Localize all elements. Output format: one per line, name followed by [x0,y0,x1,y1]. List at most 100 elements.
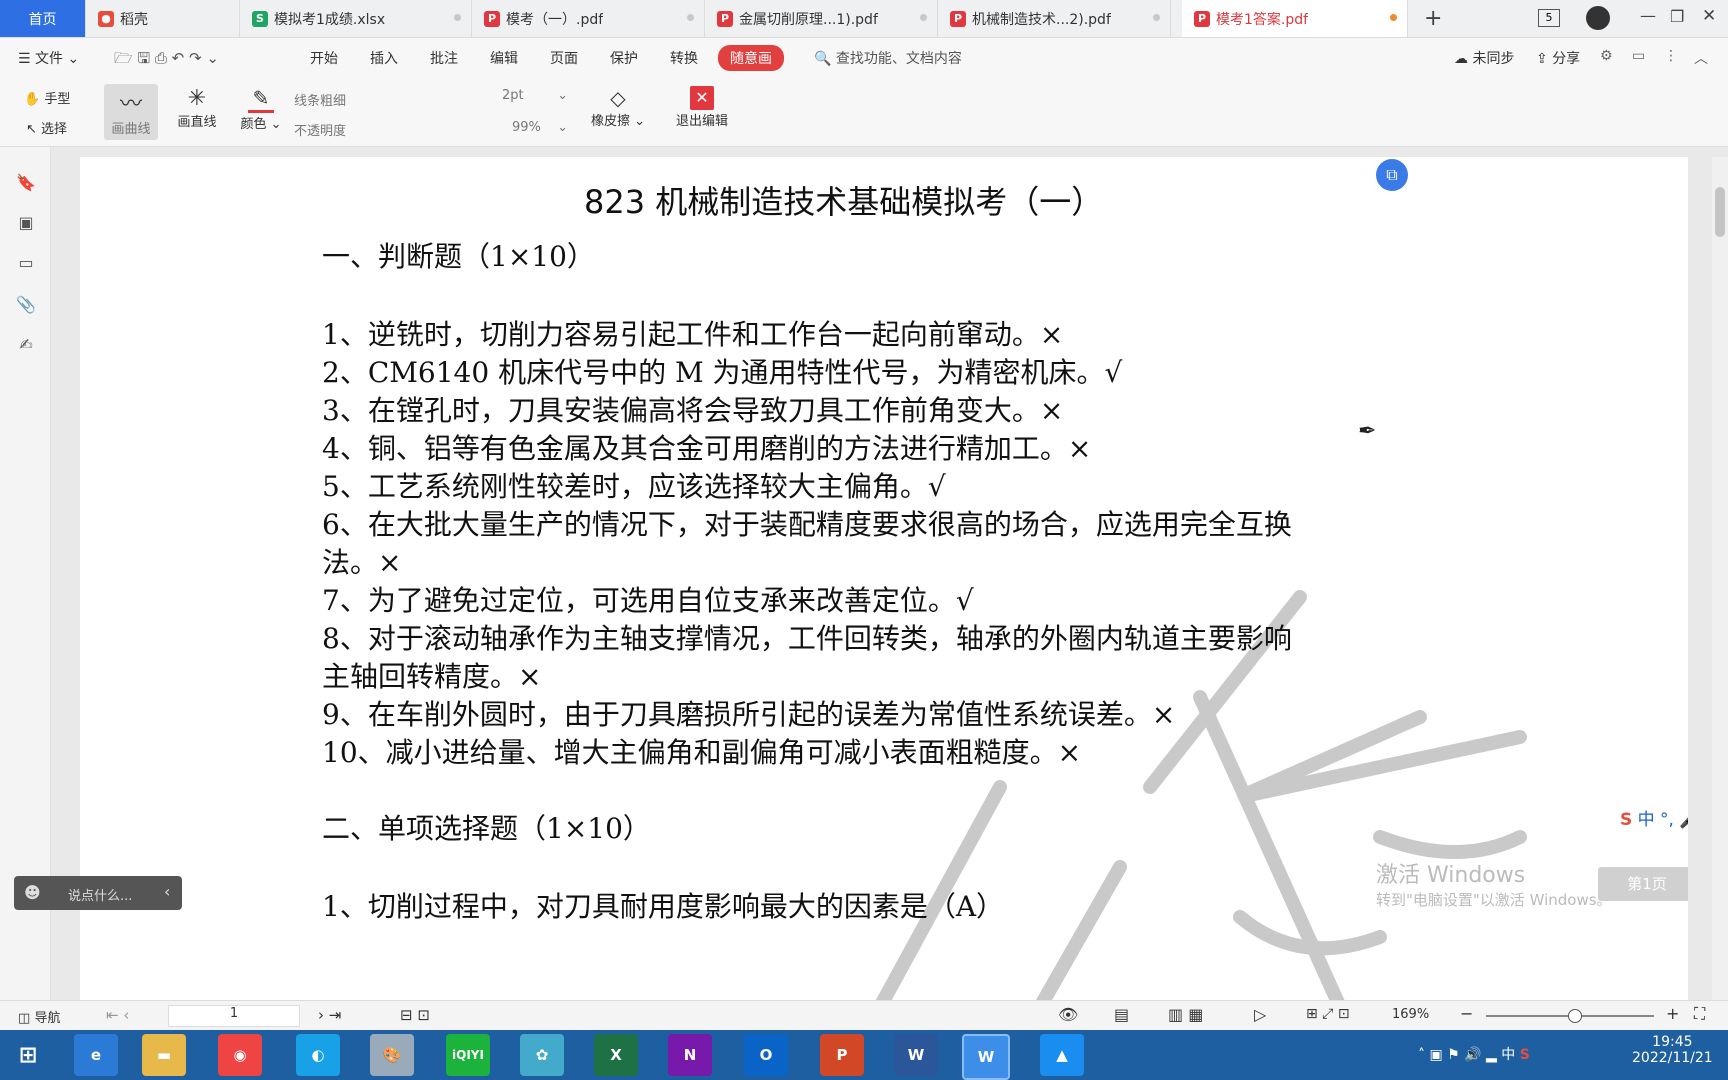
sync-label: 未同步 [1472,51,1515,67]
feedback-icon[interactable]: ▭ [1632,48,1645,64]
tab-pdf-active[interactable]: P 模考1答案.pdf [1182,0,1408,37]
question-item: 10、减小进给量、增大主偏角和副偏角可减小表面粗糙度。× [322,736,1082,769]
single-page-icon[interactable]: ▤ [1114,1005,1129,1024]
qq-browser-icon[interactable]: ◐ [296,1034,340,1076]
paint-icon[interactable]: 🎨 [370,1034,414,1076]
question-item: 3、在镗孔时，刀具安装偏高将会导致刀具工作前角变大。× [322,394,1064,427]
menu-convert[interactable]: 转换 [670,48,698,68]
chat-input[interactable]: ☻ 说点什么... ‹ [14,876,182,910]
fullscreen-icon[interactable]: ⛶ [1694,1004,1705,1024]
tab-close-dot[interactable] [687,14,694,21]
floating-tool-icon[interactable]: ⧉ [1376,159,1408,191]
settings-icon[interactable]: ⚙ [1600,48,1613,64]
status-bar: ◫ 导航 ⇤ ‹ 1 › ⇥ ⊟ ⊡ 👁 ▤ ▥ ▦ ▷ ⊞ ⤢ ⊡ 169% … [0,1000,1728,1031]
zoom-out-icon[interactable]: − [1460,1004,1473,1023]
more-icon[interactable]: ⋮ [1664,48,1678,64]
nav-toggle[interactable]: ◫ 导航 [18,1007,60,1026]
search-box[interactable]: 🔍 查找功能、文档内容 [814,48,962,68]
tab-close-dot[interactable] [920,14,927,21]
curve-tool[interactable]: 〰 画曲线 [104,84,158,140]
thumbnail-icon[interactable]: ▣ [16,213,36,233]
question-item: 主轴回转精度。× [322,660,542,693]
chrome-icon[interactable]: ◉ [218,1034,262,1076]
opacity-select[interactable]: 99% ⌄ [512,120,568,135]
page-number-input[interactable]: 1 [168,1005,300,1027]
tray-icons[interactable]: ˄ ▣ ⚑ 🔊 ▂ 中 S [1418,1044,1530,1064]
wps-icon[interactable]: W [962,1034,1010,1080]
ime-toolbar[interactable]: S 中 °, 🎤 ⌨ ▦ [1620,805,1688,830]
menu-edit[interactable]: 编辑 [490,48,518,68]
word-icon[interactable]: W [894,1034,938,1076]
share-button[interactable]: ⇪ 分享 [1536,48,1580,68]
quick-access-icons[interactable]: 🗁 🖫 ⎙ ↶ ↷ ⌄ [114,48,219,73]
menu-start[interactable]: 开始 [310,48,338,68]
double-page-icon[interactable]: ▥ ▦ [1168,1005,1203,1024]
scroll-thumb[interactable] [1715,187,1725,237]
menu-comment[interactable]: 批注 [430,48,458,68]
signature-icon[interactable]: ✍ [16,335,36,355]
ie-icon[interactable]: e [74,1034,118,1076]
explorer-icon[interactable]: ▬ [142,1034,186,1076]
zoom-in-icon[interactable]: + [1666,1004,1679,1023]
attachment-icon[interactable]: 📎 [16,295,36,315]
tab-count-badge[interactable]: 5 [1538,9,1560,27]
menu-page[interactable]: 页面 [550,48,578,68]
zoom-level[interactable]: 169% [1392,1007,1429,1022]
fit-icons[interactable]: ⊞ ⤢ ⊡ [1306,1006,1350,1022]
start-icon[interactable]: ⊞ [6,1034,50,1076]
minimize-icon[interactable]: — [1640,6,1656,25]
unsaved-dot[interactable] [1390,14,1397,21]
restore-icon[interactable]: ❐ [1670,7,1684,26]
outlook-icon[interactable]: O [744,1034,788,1076]
sync-status[interactable]: ☁ 未同步 [1454,48,1514,68]
chevron-left-icon[interactable]: ‹ [164,882,170,901]
tab-close-dot[interactable] [1153,14,1160,21]
bookmark-icon[interactable]: 🔖 [16,173,36,193]
tab-docer[interactable]: ● 稻壳 [86,0,240,37]
share-label: 分享 [1552,51,1581,67]
pdf-icon: P [1194,10,1210,27]
sidebar-icon: ◫ [18,1011,31,1026]
collapse-ribbon-icon[interactable]: ︿ [1694,48,1708,68]
close-icon[interactable]: ✕ [1702,6,1716,26]
first-page-icon[interactable]: ⇤ ‹ [106,1006,129,1024]
cloud-app-icon[interactable]: ✿ [520,1034,564,1076]
clock-time: 19:45 [1652,1034,1693,1050]
eye-icon[interactable]: 👁 [1058,1005,1078,1024]
menu-free-draw[interactable]: 随意画 [718,45,784,71]
avatar[interactable] [1586,6,1610,30]
iqiyi-icon[interactable]: iQIYI [446,1034,490,1076]
powerpoint-icon[interactable]: P [820,1034,864,1076]
clock[interactable]: 19:45 2022/11/21 [1632,1034,1713,1066]
new-tab-icon[interactable]: + [1424,6,1442,31]
tab-pdf-1[interactable]: P 模考（一）.pdf [472,0,705,37]
menu-file[interactable]: ☰ 文件 ⌄ [18,48,79,68]
next-page-icon[interactable]: › ⇥ [318,1006,341,1024]
tab-pdf-3[interactable]: P 机械制造技术...2).pdf [938,0,1171,37]
tab-home[interactable]: 首页 [0,0,86,37]
page-nav-icons[interactable]: ⊟ ⊡ [400,1006,430,1024]
onenote-icon[interactable]: N [668,1034,712,1076]
menu-insert[interactable]: 插入 [370,48,398,68]
excel-icon[interactable]: X [594,1034,638,1076]
tab-label: 模考（一）.pdf [506,11,604,28]
comment-icon[interactable]: ▭ [16,253,36,273]
app-icon[interactable]: ▲ [1040,1034,1084,1076]
select-tool[interactable]: ↖ 选择 [26,118,67,137]
question-item: 2、CM6140 机床代号中的 M 为通用特性代号，为精密机床。√ [322,356,1123,389]
tab-close-dot[interactable] [454,14,461,21]
tab-label: 模拟考1成绩.xlsx [274,11,386,28]
zoom-thumb[interactable] [1568,1009,1582,1023]
hand-tool[interactable]: ✋ 手型 [24,88,70,107]
color-picker[interactable]: ✎ 颜色 ⌄ [238,84,284,132]
vertical-scrollbar[interactable] [1712,157,1728,1000]
line-weight-select[interactable]: 2pt ⌄ [502,88,568,103]
menu-protect[interactable]: 保护 [610,48,638,68]
play-icon[interactable]: ▷ [1254,1005,1266,1024]
straight-line-tool[interactable]: ✳ 画直线 [170,84,224,130]
tab-excel[interactable]: S 模拟考1成绩.xlsx [240,0,472,37]
tab-pdf-2[interactable]: P 金属切削原理...1).pdf [705,0,938,37]
exit-edit-button[interactable]: ✕ 退出编辑 [670,84,734,129]
eraser-tool[interactable]: ◇ 橡皮擦 ⌄ [588,84,648,129]
question-item: 8、对于滚动轴承作为主轴支撑情况，工件回转类，轴承的外圈内轨道主要影响 [322,622,1292,655]
